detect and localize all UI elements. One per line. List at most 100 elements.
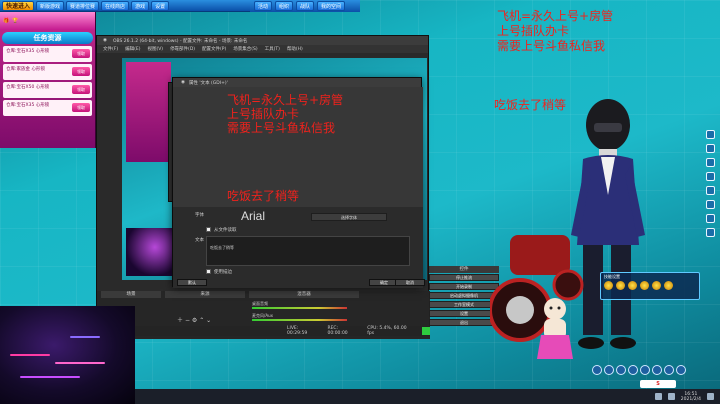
right-side-toolbar [706, 130, 718, 242]
preview-line-2: 上号插队办卡 [227, 107, 300, 121]
overlay-line-1: 飞机=永久上号+房管 [497, 9, 614, 23]
hotbar-slot[interactable] [592, 364, 602, 375]
mixer-dock-header: 混音器 [249, 291, 359, 298]
studio-mode-button[interactable]: 工作室模式 [429, 301, 499, 308]
start-recording-button[interactable]: 开始录制 [429, 283, 499, 290]
skill-icon[interactable] [616, 281, 625, 290]
skill-panel-title: 技能设置 [604, 274, 620, 279]
game-task-panel: 🎁 🏆 任务资源 仓库:宝石X35 心形锁 领取 仓库:家族金 心形锁 领取 仓… [0, 12, 96, 148]
dialog-title-bar: ◉ 属性 '文本 (GDI+)' [173, 78, 421, 87]
select-font-button[interactable]: 选择字体 [311, 213, 387, 221]
game-top-toolbar: 快速进入 新版游戏 赛道排位赛 在线商店 游戏 设置 [0, 0, 250, 12]
from-file-checkbox[interactable] [206, 227, 211, 232]
game-top-icons: 活动 组织 战队 我的空间 [250, 0, 360, 12]
menu-view[interactable]: 视图(V) [147, 46, 163, 52]
menu-edit[interactable]: 编辑(E) [125, 46, 140, 52]
hotbar-slot[interactable] [664, 364, 674, 375]
activity-button[interactable]: 活动 [254, 1, 273, 11]
menu-help[interactable]: 帮助(H) [287, 46, 303, 52]
bag-icon[interactable] [706, 186, 715, 195]
task-row: 仓库:宝石X35 心形锁 领取 [3, 46, 92, 62]
game-button[interactable]: 游戏 [131, 0, 150, 11]
cancel-button[interactable]: 取消 [395, 279, 425, 286]
down-icon[interactable]: ⌄ [206, 317, 211, 324]
exit-button[interactable]: 退出 [429, 319, 499, 326]
dialog-title: 属性 '文本 (GDI+)' [188, 80, 228, 86]
menu-file[interactable]: 文件(F) [103, 46, 118, 52]
skill-icon[interactable] [604, 281, 613, 290]
text-input-area[interactable]: 吃饭去了稍等 [206, 236, 410, 266]
preview-line-1: 飞机=永久上号+房管 [227, 93, 344, 107]
menu-tools[interactable]: 工具(T) [265, 46, 280, 52]
obs-status-bar: LIVE: 00:29:59 REC: 00:00:00 CPU: 5.4%, … [97, 326, 430, 336]
defaults-button[interactable]: 默认 [177, 279, 207, 286]
claim-button[interactable]: 领取 [72, 49, 90, 58]
remove-icon[interactable]: − [185, 317, 190, 324]
notification-icon[interactable] [707, 393, 714, 400]
gear-icon[interactable]: ⚙ [192, 317, 197, 324]
menu-scene-collection[interactable]: 场景集合(S) [233, 46, 257, 52]
camera-icon[interactable] [706, 214, 715, 223]
menu-icon[interactable] [706, 130, 715, 139]
text-label: 文本 [195, 238, 204, 243]
scenes-dock-header: 场景 [101, 291, 161, 298]
skill-icon[interactable] [640, 281, 649, 290]
from-file-label: 从文件读取 [214, 228, 237, 233]
task-panel-header: 🎁 🏆 [0, 12, 95, 30]
outline-checkbox[interactable] [206, 269, 211, 274]
menu-profile[interactable]: 配置文件(P) [202, 46, 226, 52]
obs-logo-icon: ◉ [181, 80, 185, 85]
controls-dock-header: 控件 [429, 266, 499, 273]
menu-docks[interactable]: 停靠部件(D) [170, 46, 195, 52]
organization-button[interactable]: 组织 [275, 1, 294, 11]
status-indicator-icon [422, 327, 430, 335]
settings-button[interactable]: 设置 [151, 0, 170, 11]
help-icon[interactable] [706, 228, 715, 237]
alpaca-pet [537, 298, 573, 359]
overlay-line-2: 上号插队办卡 [497, 24, 570, 38]
virtual-camera-button[interactable]: 启动虚拟摄像机 [429, 292, 499, 299]
hotbar-slot[interactable] [616, 364, 626, 375]
obs-settings-button[interactable]: 设置 [429, 310, 499, 317]
task-tab[interactable]: 任务资源 [2, 32, 93, 44]
map-icon[interactable] [706, 200, 715, 209]
chat-icon[interactable] [706, 144, 715, 153]
skill-panel: 技能设置 [600, 272, 700, 300]
obs-logo-icon: ◉ [103, 38, 107, 43]
shop-button[interactable]: 在线商店 [101, 0, 130, 11]
add-icon[interactable]: ＋ [177, 317, 183, 324]
team-button[interactable]: 战队 [296, 1, 315, 11]
hotbar-slot[interactable] [640, 364, 650, 375]
hotbar-slot[interactable] [604, 364, 614, 375]
claim-button[interactable]: 领取 [72, 103, 90, 112]
skill-icon[interactable] [652, 281, 661, 290]
preview-line-3: 需要上号斗鱼私信我 [227, 121, 336, 135]
dialog-form: 字体 Arial 选择字体 从文件读取 文本 吃饭去了稍等 使用描边 默认 确定… [173, 207, 425, 288]
font-name-value: Arial [241, 209, 266, 223]
system-clock[interactable]: 16:51 2021/2/4 [681, 392, 701, 402]
claim-button[interactable]: 领取 [72, 67, 90, 76]
webcam-overlay [0, 306, 135, 404]
hotbar-slot[interactable] [628, 364, 638, 375]
skill-icon[interactable] [628, 281, 637, 290]
hotbar-slot[interactable] [652, 364, 662, 375]
quick-enter-button[interactable]: 快速进入 [2, 0, 35, 11]
ranked-race-button[interactable]: 赛道排位赛 [66, 0, 100, 11]
desktop-audio-meter[interactable] [252, 307, 347, 309]
mic-audio-meter[interactable] [252, 319, 347, 321]
network-icon[interactable] [654, 393, 662, 400]
ime-badge[interactable]: S [640, 380, 676, 388]
friends-icon[interactable] [706, 158, 715, 167]
mail-icon[interactable] [706, 172, 715, 181]
hotbar-slot[interactable] [676, 364, 686, 375]
preview-webcam [126, 228, 174, 276]
stop-streaming-button[interactable]: 停止推流 [429, 274, 499, 281]
new-game-button[interactable]: 新版游戏 [36, 0, 65, 11]
volume-icon[interactable] [667, 393, 675, 400]
skill-icon[interactable] [664, 281, 673, 290]
claim-button[interactable]: 领取 [72, 85, 90, 94]
up-icon[interactable]: ⌃ [199, 317, 204, 324]
cpu-fps: CPU: 5.4%, 60.00 fps [367, 326, 407, 336]
my-space-button[interactable]: 我的空间 [317, 1, 346, 11]
task-row: 仓库:家族金 心形锁 领取 [3, 64, 92, 80]
